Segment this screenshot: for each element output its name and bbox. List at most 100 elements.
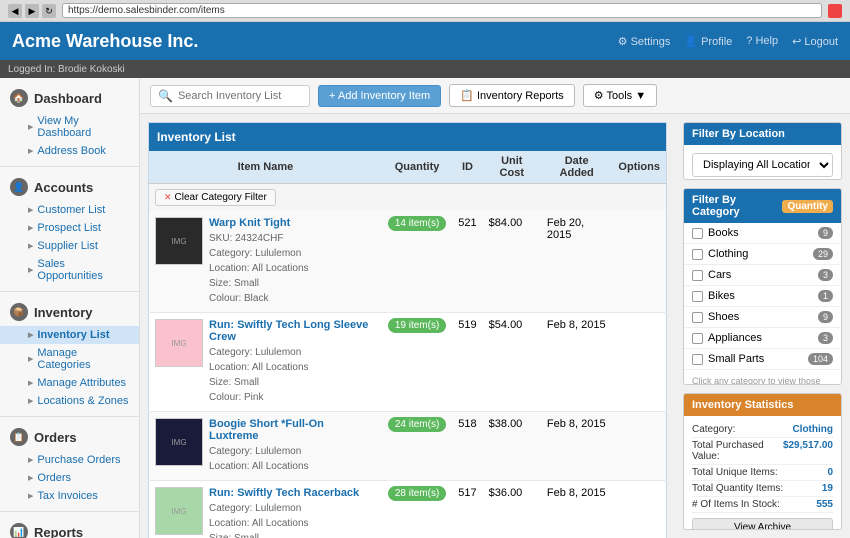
logout-link[interactable]: ↩ Logout xyxy=(792,35,838,48)
stats-value: 555 xyxy=(816,499,833,510)
sidebar-item-purchase-orders[interactable]: Purchase Orders xyxy=(0,451,139,469)
search-box[interactable]: 🔍 xyxy=(150,85,310,107)
sidebar-item-view-dashboard[interactable]: View My Dashboard xyxy=(0,112,139,142)
forward-btn[interactable]: ▶ xyxy=(25,4,39,18)
cat-count: 29 xyxy=(813,248,833,260)
filter-location-box: Filter By Location Displaying All Locati… xyxy=(683,122,842,180)
cat-checkbox[interactable] xyxy=(692,312,703,323)
item-options-cell[interactable] xyxy=(612,211,666,313)
category-item[interactable]: Small Parts 104 xyxy=(684,349,841,370)
item-info: Run: Swiftly Tech Racerback Category: Lu… xyxy=(209,487,359,538)
thumb-inner: IMG xyxy=(156,419,202,465)
item-meta: Category: LululemonLocation: All Locatio… xyxy=(209,444,376,474)
item-name[interactable]: Run: Swiftly Tech Long Sleeve Crew xyxy=(209,319,376,343)
item-options-cell[interactable] xyxy=(612,412,666,481)
item-unit-cost-cell: $36.00 xyxy=(483,481,541,538)
item-name[interactable]: Boogie Short *Full-On Luxtreme xyxy=(209,418,376,442)
sidebar-label-dashboard: Dashboard xyxy=(34,91,102,106)
item-info: Run: Swiftly Tech Long Sleeve Crew Categ… xyxy=(209,319,376,405)
cat-checkbox[interactable] xyxy=(692,333,703,344)
filter-category-box: Filter By Category Quantity Books 9 Clot… xyxy=(683,188,842,385)
category-item[interactable]: Clothing 29 xyxy=(684,244,841,265)
item-date-cell: Feb 8, 2015 xyxy=(541,412,613,481)
stats-row: Total Purchased Value: $29,517.00 xyxy=(692,438,833,465)
search-icon: 🔍 xyxy=(158,89,173,103)
help-link[interactable]: ? Help xyxy=(746,35,778,47)
sidebar-item-tax-invoices[interactable]: Tax Invoices xyxy=(0,487,139,505)
item-options-cell[interactable] xyxy=(612,481,666,538)
stats-label: Total Quantity Items: xyxy=(692,483,783,494)
sidebar-item-prospect-list[interactable]: Prospect List xyxy=(0,219,139,237)
cat-checkbox[interactable] xyxy=(692,354,703,365)
clear-category-filter-btn[interactable]: Clear Category Filter xyxy=(155,189,276,206)
col-item-name: Item Name xyxy=(149,151,382,184)
thumb-inner: IMG xyxy=(156,320,202,366)
sidebar-title-reports[interactable]: 📊 Reports xyxy=(0,518,139,538)
item-date-cell: Feb 8, 2015 xyxy=(541,313,613,412)
sidebar-label-inventory: Inventory xyxy=(34,305,93,320)
refresh-btn[interactable]: ↻ xyxy=(42,4,56,18)
item-id-cell: 521 xyxy=(452,211,482,313)
sidebar-item-orders[interactable]: Orders xyxy=(0,469,139,487)
sidebar-item-manage-attributes[interactable]: Manage Attributes xyxy=(0,374,139,392)
cat-checkbox[interactable] xyxy=(692,249,703,260)
quantity-badge: 24 item(s) xyxy=(388,417,446,432)
quantity-badge: 14 item(s) xyxy=(388,216,446,231)
cat-checkbox[interactable] xyxy=(692,291,703,302)
cat-checkbox[interactable] xyxy=(692,228,703,239)
item-name-cell: IMG Warp Knit Tight SKU: 24324CHF Catego… xyxy=(149,211,382,313)
sidebar-title-inventory[interactable]: 📦 Inventory xyxy=(0,298,139,326)
quantity-badge: 19 item(s) xyxy=(388,318,446,333)
back-btn[interactable]: ◀ xyxy=(8,4,22,18)
category-item[interactable]: Shoes 9 xyxy=(684,307,841,328)
app-logo: Acme Warehouse Inc. xyxy=(12,31,198,52)
view-archive-btn[interactable]: View Archive xyxy=(692,518,833,530)
table-row[interactable]: IMG Boogie Short *Full-On Luxtreme Categ… xyxy=(149,412,667,481)
category-item[interactable]: Appliances 3 xyxy=(684,328,841,349)
item-options-cell[interactable] xyxy=(612,313,666,412)
sidebar-item-customer-list[interactable]: Customer List xyxy=(0,201,139,219)
location-select[interactable]: Displaying All Locations xyxy=(692,153,833,177)
right-panel: Filter By Location Displaying All Locati… xyxy=(675,114,850,538)
category-item[interactable]: Bikes 1 xyxy=(684,286,841,307)
sidebar-item-address-book[interactable]: Address Book xyxy=(0,142,139,160)
sidebar-item-locations-zones[interactable]: Locations & Zones xyxy=(0,392,139,410)
sidebar-item-supplier-list[interactable]: Supplier List xyxy=(0,237,139,255)
item-thumbnail: IMG xyxy=(155,418,203,466)
item-name[interactable]: Run: Swiftly Tech Racerback xyxy=(209,487,359,499)
cat-checkbox[interactable] xyxy=(692,270,703,281)
cat-name: Bikes xyxy=(708,290,735,302)
tools-btn[interactable]: ⚙ Tools ▼ xyxy=(583,84,657,107)
sidebar-section-inventory: 📦 Inventory Inventory List Manage Catego… xyxy=(0,292,139,417)
sidebar-section-orders: 📋 Orders Purchase Orders Orders Tax Invo… xyxy=(0,417,139,512)
cat-count: 1 xyxy=(818,290,833,302)
sidebar-title-accounts[interactable]: 👤 Accounts xyxy=(0,173,139,201)
nav-buttons[interactable]: ◀ ▶ ↻ xyxy=(8,4,56,18)
profile-link[interactable]: 👤 Profile xyxy=(684,35,732,48)
cat-name: Books xyxy=(708,227,739,239)
sidebar-item-sales-opportunities[interactable]: Sales Opportunities xyxy=(0,255,139,285)
settings-link[interactable]: ⚙ Settings xyxy=(618,35,671,48)
item-name[interactable]: Warp Knit Tight xyxy=(209,217,309,229)
sidebar-item-manage-categories[interactable]: Manage Categories xyxy=(0,344,139,374)
sidebar-title-orders[interactable]: 📋 Orders xyxy=(0,423,139,451)
stats-value: $29,517.00 xyxy=(783,440,833,462)
table-row[interactable]: IMG Run: Swiftly Tech Racerback Category… xyxy=(149,481,667,538)
url-bar[interactable]: https://demo.salesbinder.com/items xyxy=(62,3,822,18)
table-row[interactable]: IMG Run: Swiftly Tech Long Sleeve Crew C… xyxy=(149,313,667,412)
category-item[interactable]: Books 9 xyxy=(684,223,841,244)
inventory-reports-btn[interactable]: 📋 Inventory Reports xyxy=(449,84,575,107)
item-quantity-cell: 28 item(s) xyxy=(382,481,452,538)
cat-left: Appliances xyxy=(692,332,762,344)
sidebar-item-inventory-list[interactable]: Inventory List xyxy=(0,326,139,344)
table-row[interactable]: IMG Warp Knit Tight SKU: 24324CHF Catego… xyxy=(149,211,667,313)
col-unit-cost: Unit Cost xyxy=(483,151,541,184)
main-layout: 🏠 Dashboard View My Dashboard Address Bo… xyxy=(0,78,850,538)
add-inventory-btn[interactable]: + Add Inventory Item xyxy=(318,85,441,107)
category-item[interactable]: Cars 3 xyxy=(684,265,841,286)
search-input[interactable] xyxy=(178,90,298,102)
filter-category-header: Filter By Category Quantity xyxy=(684,189,841,223)
stats-row: Total Unique Items: 0 xyxy=(692,465,833,481)
main-panel: Inventory List Item Name Quantity ID Uni… xyxy=(140,114,675,538)
sidebar-title-dashboard[interactable]: 🏠 Dashboard xyxy=(0,84,139,112)
